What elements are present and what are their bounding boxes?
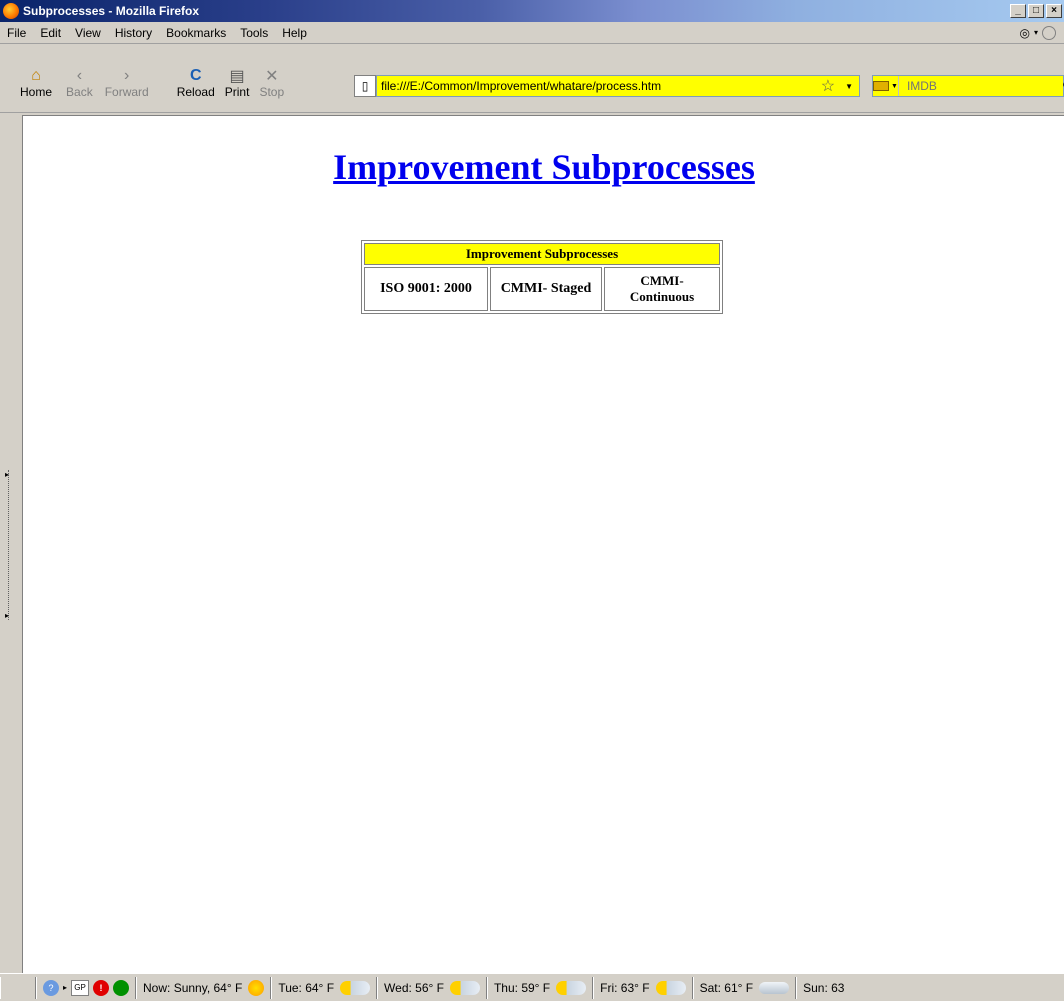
- weather-fri-label: Fri: 63° F: [600, 980, 650, 995]
- addon-arrow-icon[interactable]: ▸: [63, 983, 67, 992]
- url-bar-container: ▯ file:///E:/Common/Improvement/whatare/…: [354, 75, 860, 97]
- home-icon: ⌂: [31, 67, 41, 84]
- page-content: Improvement Subprocesses Improvement Sub…: [22, 115, 1064, 973]
- cloud-icon: [759, 981, 790, 994]
- weather-sat-label: Sat: 61° F: [699, 980, 754, 995]
- url-dropdown-icon[interactable]: ▼: [845, 82, 853, 91]
- menu-help[interactable]: Help: [275, 26, 314, 40]
- menu-file[interactable]: File: [0, 26, 33, 40]
- weather-thu[interactable]: Thu: 59° F: [486, 976, 594, 999]
- minimize-button[interactable]: _: [1010, 4, 1026, 18]
- home-button[interactable]: ⌂ Home: [20, 45, 52, 105]
- table-cell-cmmi-staged: CMMI- Staged: [490, 267, 602, 311]
- weather-now-label: Now: Sunny, 64° F: [143, 980, 243, 995]
- navigation-toolbar: ⌂ Home ‹ Back › Forward C Reload ▤ Print…: [0, 45, 1064, 113]
- bookmark-star-icon[interactable]: ☆: [821, 76, 835, 96]
- status-spacer: [0, 976, 36, 999]
- url-bar[interactable]: file:///E:/Common/Improvement/whatare/pr…: [376, 75, 860, 97]
- partly-cloudy-icon: [449, 980, 480, 995]
- sidebar-splitter[interactable]: [5, 470, 12, 620]
- search-engine-selector[interactable]: ▼: [873, 76, 899, 96]
- back-label: Back: [66, 85, 93, 99]
- menu-view[interactable]: View: [68, 26, 108, 40]
- addon-help-icon[interactable]: ?: [43, 979, 59, 996]
- engine-dropdown-icon: ▼: [891, 82, 898, 90]
- weather-wed[interactable]: Wed: 56° F: [377, 976, 487, 999]
- reload-button[interactable]: C Reload: [177, 45, 215, 105]
- activity-icon[interactable]: ◎: [1020, 26, 1030, 40]
- stop-label: Stop: [259, 85, 285, 99]
- print-label: Print: [224, 85, 250, 99]
- page-icon: ▯: [354, 75, 376, 97]
- close-button[interactable]: ×: [1046, 4, 1062, 18]
- imdb-logo-icon: [873, 81, 889, 91]
- alert-icon[interactable]: !: [93, 979, 110, 996]
- status-bar: ? ▸ GP ! Now: Sunny, 64° F Tue: 64° F We…: [0, 973, 1064, 1001]
- firefox-logo-icon: [3, 3, 19, 19]
- weather-sun[interactable]: Sun: 63: [796, 976, 850, 999]
- status-addon-icons: ? ▸ GP !: [36, 976, 137, 999]
- throbber-icon: [1042, 25, 1056, 40]
- dropdown-arrow-icon[interactable]: ▾: [1034, 28, 1038, 37]
- printer-icon: ▤: [229, 68, 245, 85]
- subprocess-table: Improvement Subprocesses ISO 9001: 2000 …: [361, 240, 723, 314]
- url-text: file:///E:/Common/Improvement/whatare/pr…: [381, 79, 662, 93]
- back-arrow-icon: ‹: [76, 67, 83, 84]
- forward-label: Forward: [104, 85, 149, 99]
- page-title[interactable]: Improvement Subprocesses: [23, 146, 1064, 188]
- back-button[interactable]: ‹ Back: [66, 45, 93, 105]
- green-status-icon[interactable]: [113, 979, 130, 996]
- gp-icon[interactable]: GP: [71, 979, 90, 996]
- sidebar-strip: [0, 115, 22, 973]
- search-input[interactable]: [898, 79, 1062, 93]
- weather-tue-label: Tue: 64° F: [278, 980, 335, 995]
- partly-cloudy-icon: [340, 980, 371, 995]
- table-cell-cmmi-continuous: CMMI- Continuous: [604, 267, 720, 311]
- menu-edit[interactable]: Edit: [33, 26, 68, 40]
- weather-tue[interactable]: Tue: 64° F: [271, 976, 378, 999]
- table-header: Improvement Subprocesses: [364, 243, 720, 265]
- weather-now[interactable]: Now: Sunny, 64° F: [136, 976, 272, 999]
- menu-bar: File Edit View History Bookmarks Tools H…: [0, 22, 1064, 44]
- stop-button[interactable]: ✕ Stop: [259, 45, 284, 105]
- window-title: Subprocesses - Mozilla Firefox: [23, 4, 200, 18]
- weather-wed-label: Wed: 56° F: [384, 980, 444, 995]
- stop-icon: ✕: [265, 68, 279, 85]
- weather-fri[interactable]: Fri: 63° F: [593, 976, 693, 999]
- reload-icon: C: [189, 67, 202, 84]
- menu-right-area: ◎ ▾: [1020, 25, 1064, 40]
- weather-sun-label: Sun: 63: [803, 980, 845, 995]
- menu-history[interactable]: History: [108, 26, 159, 40]
- forward-button[interactable]: › Forward: [105, 45, 149, 105]
- partly-cloudy-icon: [655, 980, 686, 995]
- table-cell-iso: ISO 9001: 2000: [364, 267, 488, 311]
- window-controls: _ □ ×: [1010, 4, 1062, 18]
- menu-tools[interactable]: Tools: [233, 26, 275, 40]
- search-bar: ▼ ⚲: [872, 75, 1064, 97]
- menu-bookmarks[interactable]: Bookmarks: [159, 26, 233, 40]
- maximize-button[interactable]: □: [1028, 4, 1044, 18]
- partly-cloudy-icon: [556, 980, 587, 995]
- home-label: Home: [20, 85, 53, 99]
- reload-label: Reload: [176, 85, 215, 99]
- weather-thu-label: Thu: 59° F: [493, 980, 551, 995]
- weather-sat[interactable]: Sat: 61° F: [692, 976, 797, 999]
- title-bar: Subprocesses - Mozilla Firefox _ □ ×: [0, 0, 1064, 22]
- forward-arrow-icon: ›: [124, 67, 130, 84]
- sun-icon: [248, 979, 265, 996]
- print-button[interactable]: ▤ Print: [225, 45, 250, 105]
